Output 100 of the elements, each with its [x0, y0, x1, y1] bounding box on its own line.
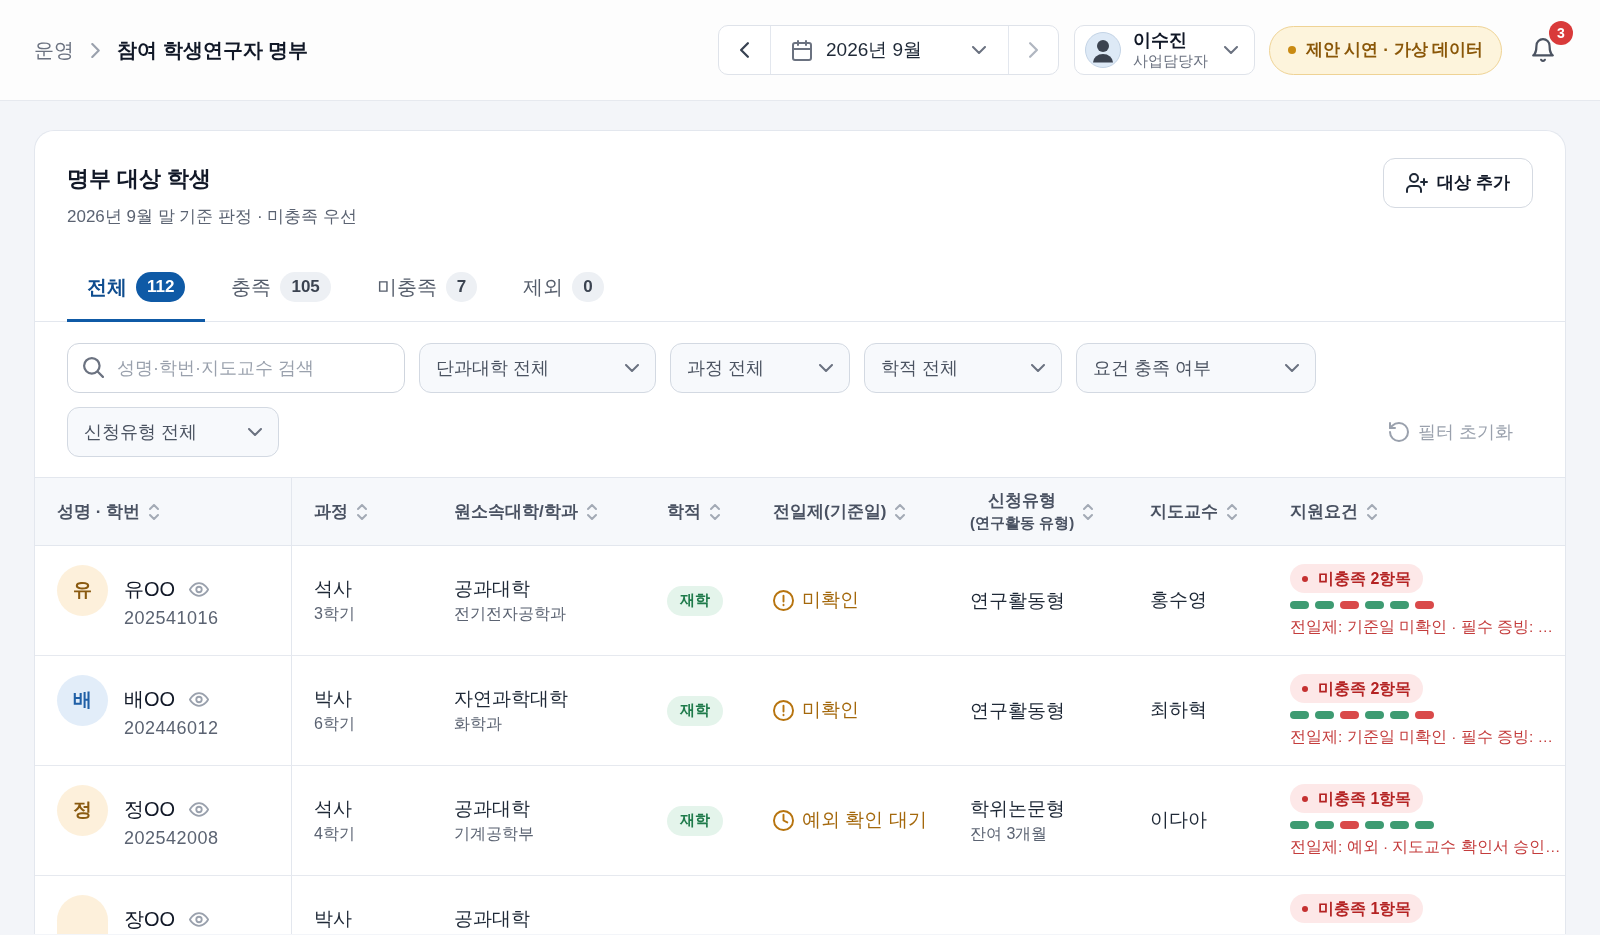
sort-icon: [1083, 503, 1094, 520]
filter-tab[interactable]: 충족 105: [211, 252, 351, 322]
chevron-left-icon: [740, 42, 749, 58]
bell-icon[interactable]: [1531, 38, 1555, 62]
chevron-down-icon: [1285, 364, 1299, 372]
student-avatar: 정: [57, 785, 108, 836]
tab-count: 112: [136, 272, 186, 302]
eye-icon[interactable]: [189, 911, 210, 927]
eye-icon[interactable]: [189, 581, 210, 597]
student-id: 202446012: [124, 717, 219, 740]
filter-dropdown[interactable]: 과정 전체: [670, 343, 850, 393]
chevron-down-icon: [972, 46, 986, 54]
student-id: 202542008: [124, 827, 219, 850]
filter-dropdown[interactable]: 요건 충족 여부: [1076, 343, 1316, 393]
full-time-status: 예외 확인 대기: [802, 808, 927, 833]
column-header[interactable]: 학적: [667, 498, 720, 525]
tab-count: 7: [445, 272, 478, 302]
sort-icon: [1367, 503, 1377, 520]
enrollment-status: 재학: [667, 585, 723, 616]
column-header[interactable]: 과정: [314, 498, 367, 525]
semester: 6학기: [314, 714, 356, 734]
reset-icon: [1389, 422, 1409, 442]
user-role: 사업담당자: [1133, 51, 1208, 71]
student-name: 유OO: [124, 577, 176, 601]
requirement-detail: 전일제: 기준일 미확인 · 필수 증빙: …: [1290, 727, 1554, 747]
requirement-summary: 미충족 1항목: [1318, 788, 1412, 809]
chevron-down-icon: [819, 364, 833, 372]
search-field[interactable]: 성명·학번·지도교수 검색: [67, 343, 405, 393]
college-name: 공과대학: [454, 797, 531, 821]
sort-icon: [1227, 503, 1237, 520]
advisor-name: 이다아: [1150, 808, 1207, 833]
chevron-down-icon: [1031, 364, 1045, 372]
college-name: 공과대학: [454, 577, 531, 601]
column-header[interactable]: 전일제(기준일): [773, 498, 906, 525]
department-name: 전기전자공학과: [454, 604, 567, 624]
remaining-period: 잔여 3개월: [970, 823, 1049, 844]
chevron-down-icon: [625, 364, 639, 372]
column-header[interactable]: 신청유형 (연구활동 유형): [970, 489, 1094, 534]
requirement-summary: 미충족 2항목: [1318, 678, 1412, 699]
degree-program: 박사: [314, 907, 353, 931]
degree-program: 박사: [314, 687, 353, 711]
college-name: 공과대학: [454, 907, 531, 931]
chevron-down-icon: [248, 428, 262, 436]
requirement-detail: 전일제: 예외 · 지도교수 확인서 승인…: [1290, 837, 1561, 857]
calendar-icon: [792, 39, 812, 61]
column-header[interactable]: 지원요건: [1290, 498, 1377, 525]
filter-tab[interactable]: 전체 112: [67, 252, 206, 322]
filter-dropdown[interactable]: 신청유형 전체: [67, 407, 279, 457]
user-name: 이수진: [1133, 29, 1187, 51]
column-header[interactable]: 원소속대학/학과: [454, 498, 597, 525]
chevron-down-icon: [1224, 46, 1238, 54]
eye-icon[interactable]: [189, 801, 210, 817]
sort-icon: [895, 503, 906, 520]
requirement-detail: 전일제: 기준일 미확인 · 필수 증빙: …: [1290, 617, 1554, 637]
alert-circle-icon: [773, 700, 794, 721]
application-type: 연구활동형: [970, 588, 1066, 613]
sort-icon: [357, 503, 367, 520]
panel-title: 명부 대상 학생: [67, 165, 213, 193]
application-type: 연구활동형: [970, 698, 1066, 723]
semester: 3학기: [314, 604, 356, 624]
breadcrumb-link[interactable]: 운영: [34, 35, 74, 65]
column-header[interactable]: 성명 · 학번: [57, 498, 160, 525]
notification-count: 3: [1549, 21, 1573, 45]
semester: 4학기: [314, 824, 356, 844]
chevron-right-icon: [1029, 42, 1038, 58]
sort-icon: [149, 503, 160, 520]
sort-icon: [586, 503, 597, 520]
requirement-summary: 미충족 2항목: [1318, 568, 1412, 589]
alert-circle-icon: [773, 590, 794, 611]
application-type: 학위논문형: [970, 796, 1066, 821]
user-plus-icon: [1406, 173, 1429, 193]
degree-program: 석사: [314, 797, 353, 821]
requirement-summary: 미충족 1항목: [1318, 898, 1412, 919]
clock-icon: [773, 810, 794, 831]
column-header[interactable]: 지도교수: [1150, 498, 1237, 525]
student-avatar: 배: [57, 675, 108, 726]
filter-dropdown[interactable]: 단과대학 전체: [419, 343, 656, 393]
eye-icon[interactable]: [189, 691, 210, 707]
search-icon: [83, 357, 104, 378]
student-id: 202541016: [124, 607, 219, 630]
student-name: 배OO: [124, 687, 176, 711]
period-selector[interactable]: 2026년 9월: [771, 26, 1008, 74]
filter-dropdown[interactable]: 학적 전체: [864, 343, 1062, 393]
enrollment-status: 재학: [667, 805, 723, 836]
advisor-name: 홍수영: [1150, 588, 1207, 613]
student-avatar: 유: [57, 565, 108, 616]
sort-icon: [710, 503, 720, 520]
current-page-title: 참여 학생연구자 명부: [117, 38, 309, 63]
panel-subtitle: 2026년 9월 말 기준 판정 · 미충족 우선: [67, 206, 357, 228]
user-menu[interactable]: 이수진 사업담당자: [1074, 25, 1255, 75]
demo-mode-label: 제안 시연 · 가상 데이터: [1305, 39, 1484, 62]
college-name: 자연과학대학: [454, 687, 569, 711]
degree-program: 석사: [314, 577, 353, 601]
department-name: 화학과: [454, 714, 503, 734]
department-name: 기계공학부: [454, 824, 535, 844]
filter-tab[interactable]: 미충족 7: [356, 252, 498, 322]
filter-tab[interactable]: 제외 0: [503, 252, 624, 322]
person-avatar-icon: [1085, 32, 1121, 68]
add-target-button[interactable]: 대상 추가: [1383, 158, 1533, 208]
student-name: 장OO: [124, 907, 176, 931]
